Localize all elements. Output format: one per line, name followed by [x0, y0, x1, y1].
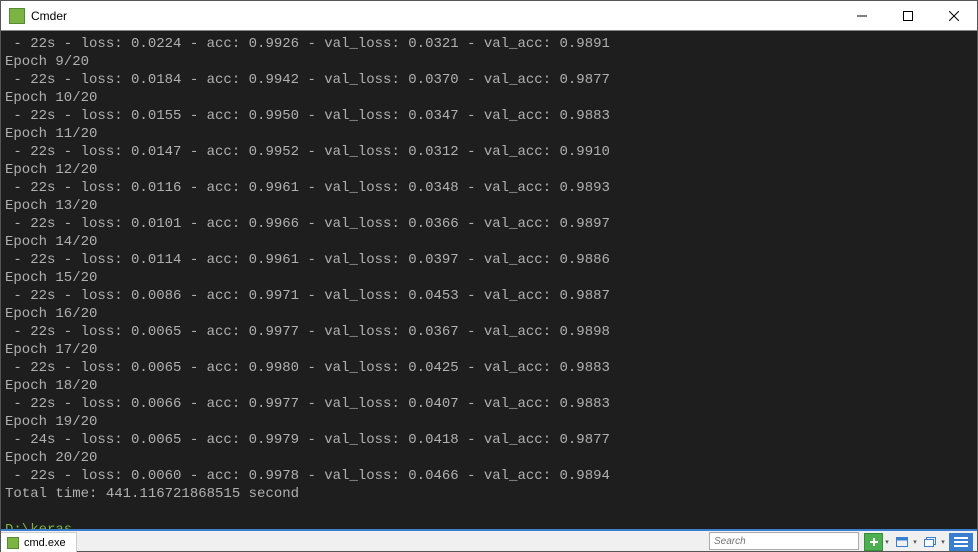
tab-label: cmd.exe	[24, 537, 66, 549]
window-title: Cmder	[31, 9, 839, 23]
show-hide-button[interactable]	[892, 533, 911, 551]
new-console-dropdown[interactable]: ▾	[883, 538, 891, 546]
terminal-output[interactable]: - 22s - loss: 0.0224 - acc: 0.9926 - val…	[1, 31, 977, 529]
output-line: Epoch 15/20	[5, 269, 977, 287]
output-line: Epoch 19/20	[5, 413, 977, 431]
windows-button[interactable]	[920, 533, 939, 551]
output-line: - 22s - loss: 0.0101 - acc: 0.9966 - val…	[5, 215, 977, 233]
maximize-button[interactable]	[885, 1, 931, 30]
output-line: Epoch 17/20	[5, 341, 977, 359]
output-line: Epoch 9/20	[5, 53, 977, 71]
output-line: Epoch 18/20	[5, 377, 977, 395]
toolbar: ▾ ▾ ▾	[859, 531, 977, 551]
menu-button[interactable]	[949, 533, 973, 551]
output-line: Epoch 11/20	[5, 125, 977, 143]
window-controls	[839, 1, 977, 30]
windows-dropdown[interactable]: ▾	[939, 538, 947, 546]
output-line: Total time: 441.116721868515 second	[5, 485, 977, 503]
output-line: - 22s - loss: 0.0155 - acc: 0.9950 - val…	[5, 107, 977, 125]
output-line: - 22s - loss: 0.0065 - acc: 0.9977 - val…	[5, 323, 977, 341]
output-line: - 22s - loss: 0.0224 - acc: 0.9926 - val…	[5, 35, 977, 53]
app-icon	[9, 8, 25, 24]
output-line: - 22s - loss: 0.0116 - acc: 0.9961 - val…	[5, 179, 977, 197]
spacer	[77, 531, 709, 551]
output-line: Epoch 16/20	[5, 305, 977, 323]
output-line: Epoch 13/20	[5, 197, 977, 215]
new-console-button[interactable]	[864, 533, 883, 551]
minimize-button[interactable]	[839, 1, 885, 30]
title-bar: Cmder	[1, 1, 977, 31]
output-line: Epoch 10/20	[5, 89, 977, 107]
output-line: - 24s - loss: 0.0065 - acc: 0.9979 - val…	[5, 431, 977, 449]
output-line: - 22s - loss: 0.0066 - acc: 0.9977 - val…	[5, 395, 977, 413]
output-line: Epoch 14/20	[5, 233, 977, 251]
close-button[interactable]	[931, 1, 977, 30]
output-line: - 22s - loss: 0.0114 - acc: 0.9961 - val…	[5, 251, 977, 269]
output-line: - 22s - loss: 0.0065 - acc: 0.9980 - val…	[5, 359, 977, 377]
output-line: Epoch 12/20	[5, 161, 977, 179]
output-line: - 22s - loss: 0.0184 - acc: 0.9942 - val…	[5, 71, 977, 89]
output-line: Epoch 20/20	[5, 449, 977, 467]
output-line: - 22s - loss: 0.0147 - acc: 0.9952 - val…	[5, 143, 977, 161]
output-line: - 22s - loss: 0.0086 - acc: 0.9971 - val…	[5, 287, 977, 305]
status-bar: cmd.exe ▾ ▾ ▾	[1, 529, 977, 551]
search-input[interactable]	[709, 532, 859, 550]
output-line: - 22s - loss: 0.0060 - acc: 0.9978 - val…	[5, 467, 977, 485]
cmd-icon	[7, 537, 19, 549]
console-tab[interactable]: cmd.exe	[1, 532, 77, 552]
prompt-path: D:\keras	[5, 522, 72, 529]
show-hide-dropdown[interactable]: ▾	[911, 538, 919, 546]
